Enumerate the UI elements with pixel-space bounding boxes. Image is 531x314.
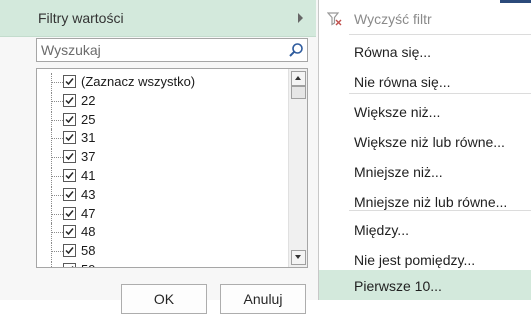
submenu-item-label: Mniejsze niż...	[354, 164, 443, 180]
submenu-item[interactable]: Większe niż...	[319, 96, 531, 126]
checkbox[interactable]	[63, 150, 76, 164]
tree-connector	[51, 100, 63, 102]
scroll-up-button[interactable]	[291, 71, 306, 86]
list-item[interactable]: 59	[37, 261, 287, 267]
tree-connector	[51, 232, 63, 234]
submenu-item-label: Pierwsze 10...	[354, 278, 442, 294]
list-item[interactable]: (Zaznacz wszystko)	[37, 73, 287, 91]
checkbox[interactable]	[63, 131, 76, 145]
tree-connector	[51, 176, 63, 177]
tree-connector	[51, 261, 52, 267]
list-item-label: 48	[81, 224, 96, 240]
list-item-label: 25	[81, 111, 96, 127]
tree-connector	[51, 194, 63, 196]
tree-connector	[51, 82, 63, 83]
checkbox[interactable]	[63, 169, 76, 182]
window-accent-bar	[500, 0, 531, 3]
submenu-item-label: Mniejsze niż lub równe...	[354, 194, 508, 210]
list-item[interactable]: 22	[37, 91, 287, 110]
scroll-down-button[interactable]	[291, 250, 306, 265]
list-item-label: 43	[81, 186, 96, 202]
search-icon[interactable]	[288, 42, 304, 58]
filter-panel: Filtry wartości (Zaznacz wszystko) 22 25 31…	[0, 0, 318, 314]
list-item[interactable]: 58	[37, 242, 287, 261]
clear-filter-icon	[326, 12, 343, 26]
tree-connector	[51, 138, 63, 140]
value-list-items: (Zaznacz wszystko) 22 25 31 37 41 43 47 48 58 59	[37, 69, 287, 267]
list-item[interactable]: 25	[37, 110, 287, 129]
submenu-item[interactable]: Między...	[319, 214, 531, 244]
menu-separator	[349, 34, 531, 35]
ok-button[interactable]: OK	[121, 284, 207, 314]
submenu-item[interactable]: Pierwsze 10...	[319, 270, 531, 300]
list-item-label: 41	[81, 168, 96, 183]
list-item-label: 22	[81, 92, 96, 108]
list-item[interactable]: 43	[37, 185, 287, 204]
list-item[interactable]: 48	[37, 223, 287, 242]
arrow-up-icon	[295, 76, 301, 80]
submenu-item-label: Między...	[354, 222, 409, 238]
menu-separator	[349, 210, 531, 211]
cancel-button[interactable]: Anuluj	[220, 284, 306, 314]
submenu-item[interactable]: Mniejsze niż...	[319, 156, 531, 186]
scroll-thumb[interactable]	[291, 86, 306, 99]
checkbox[interactable]	[63, 225, 76, 239]
search-input[interactable]	[37, 39, 287, 61]
value-filters-label: Filtry wartości	[38, 10, 124, 26]
submenu-item[interactable]: Równa się...	[319, 36, 531, 66]
checkbox[interactable]	[63, 206, 76, 220]
menu-separator	[349, 93, 531, 94]
tree-connector	[51, 251, 63, 253]
list-item-label: 37	[81, 149, 96, 165]
checkbox[interactable]	[63, 112, 76, 126]
checkbox[interactable]	[63, 187, 76, 201]
clear-filter-label: Wyczyść filtr	[354, 11, 432, 27]
tree-connector	[51, 157, 63, 159]
value-list: (Zaznacz wszystko) 22 25 31 37 41 43 47 48 58 59	[36, 68, 308, 268]
arrow-down-icon	[295, 255, 301, 259]
list-item[interactable]: 41	[37, 167, 287, 185]
clear-filter-menu-item[interactable]: Wyczyść filtr	[319, 3, 531, 33]
checkbox[interactable]	[63, 244, 76, 258]
list-item-label: 58	[81, 243, 96, 259]
checkbox[interactable]	[63, 75, 76, 88]
value-filters-menu-item[interactable]: Filtry wartości	[0, 0, 316, 37]
submenu-item-label: Większe niż...	[354, 104, 441, 120]
list-item-label: (Zaznacz wszystko)	[81, 74, 196, 89]
submenu-item-label: Większe niż lub równe...	[354, 134, 505, 150]
checkbox[interactable]	[63, 93, 76, 107]
submenu-item[interactable]: Mniejsze niż lub równe...	[319, 186, 531, 216]
list-item-label: 47	[81, 205, 96, 221]
list-item-label: 59	[81, 262, 95, 267]
search-box	[36, 38, 308, 62]
list-item[interactable]: 47	[37, 204, 287, 223]
submenu-item-label: Równa się...	[354, 44, 432, 60]
value-list-scrollbar[interactable]	[288, 69, 307, 267]
chevron-right-icon	[298, 13, 303, 23]
tree-connector	[51, 119, 63, 121]
submenu-item-label: Nie równa się...	[354, 74, 451, 90]
submenu-item[interactable]: Większe niż lub równe...	[319, 126, 531, 156]
list-item[interactable]: 37	[37, 148, 287, 167]
list-item-label: 31	[81, 130, 96, 146]
tree-connector	[51, 213, 63, 215]
number-filters-submenu: Wyczyść filtr Równa się... Nie równa się.…	[318, 0, 531, 300]
submenu-item[interactable]: Nie równa się...	[319, 66, 531, 96]
submenu-item-label: Nie jest pomiędzy...	[354, 252, 476, 268]
list-item[interactable]: 31	[37, 129, 287, 148]
checkbox[interactable]	[63, 263, 76, 267]
